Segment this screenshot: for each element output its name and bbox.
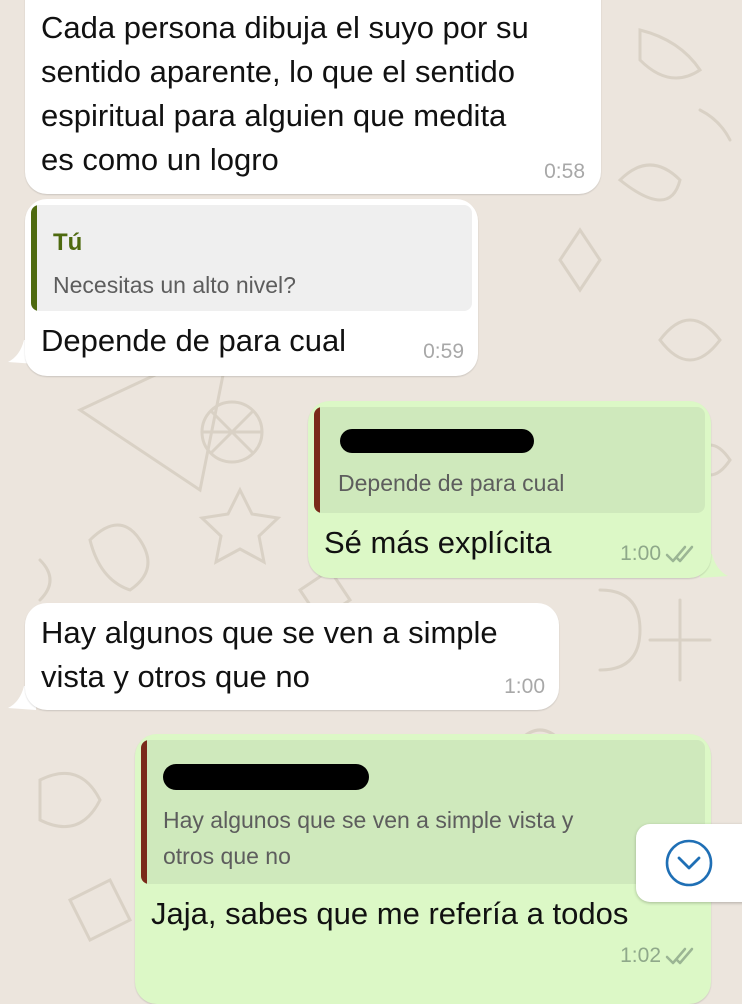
redacted-author-name [340, 429, 534, 453]
chevron-down-circle-icon [665, 839, 713, 887]
message-text-line: espiritual para alguien que medita [41, 98, 507, 133]
message-incoming[interactable]: Tú Necesitas un alto nivel? Depende de p… [25, 199, 478, 376]
message-text: Sé más explícita [324, 525, 552, 560]
double-check-icon [665, 545, 694, 563]
message-incoming[interactable]: Hay algunos que se ven a simple vista y … [25, 603, 559, 710]
message-text-line: Hay algunos que se ven a simple [41, 615, 498, 650]
message-timestamp: 1:02 [620, 944, 661, 967]
quote-text: Depende de para cual [338, 470, 565, 496]
quote-author: Tú [53, 229, 83, 256]
message-text-line: sentido aparente, lo que el sentido [41, 54, 515, 89]
message-timestamp: 0:59 [423, 340, 464, 363]
message-text-line: vista y otros que no [41, 659, 310, 694]
quote-bar [31, 205, 37, 311]
message-text-line: es como un logro [41, 142, 279, 177]
message-text-line: Cada persona dibuja el suyo por su [41, 10, 529, 45]
message-timestamp: 1:00 [504, 675, 545, 698]
quote-bar [141, 740, 147, 884]
message-incoming[interactable]: Cada persona dibuja el suyo por su senti… [25, 0, 601, 194]
quoted-message[interactable]: Depende de para cual [314, 407, 705, 513]
quoted-message[interactable]: Hay algunos que se ven a simple vista y … [141, 740, 705, 884]
message-timestamp: 0:58 [544, 160, 585, 183]
message-outgoing[interactable]: Depende de para cual Sé más explícita 1:… [308, 401, 711, 578]
message-timestamp: 1:00 [620, 542, 661, 565]
quoted-message[interactable]: Tú Necesitas un alto nivel? [31, 205, 472, 311]
quote-text: Necesitas un alto nivel? [53, 272, 296, 298]
quote-text-line: otros que no [163, 843, 291, 869]
scroll-to-bottom-button[interactable] [636, 824, 742, 902]
redacted-author-name [163, 764, 369, 790]
quote-bar [314, 407, 320, 513]
message-outgoing[interactable]: Hay algunos que se ven a simple vista y … [135, 734, 711, 1004]
message-text: Depende de para cual [41, 323, 347, 358]
message-text: Jaja, sabes que me refería a todos [151, 896, 629, 931]
double-check-icon [665, 947, 694, 965]
quote-text-line: Hay algunos que se ven a simple vista y [163, 807, 574, 833]
